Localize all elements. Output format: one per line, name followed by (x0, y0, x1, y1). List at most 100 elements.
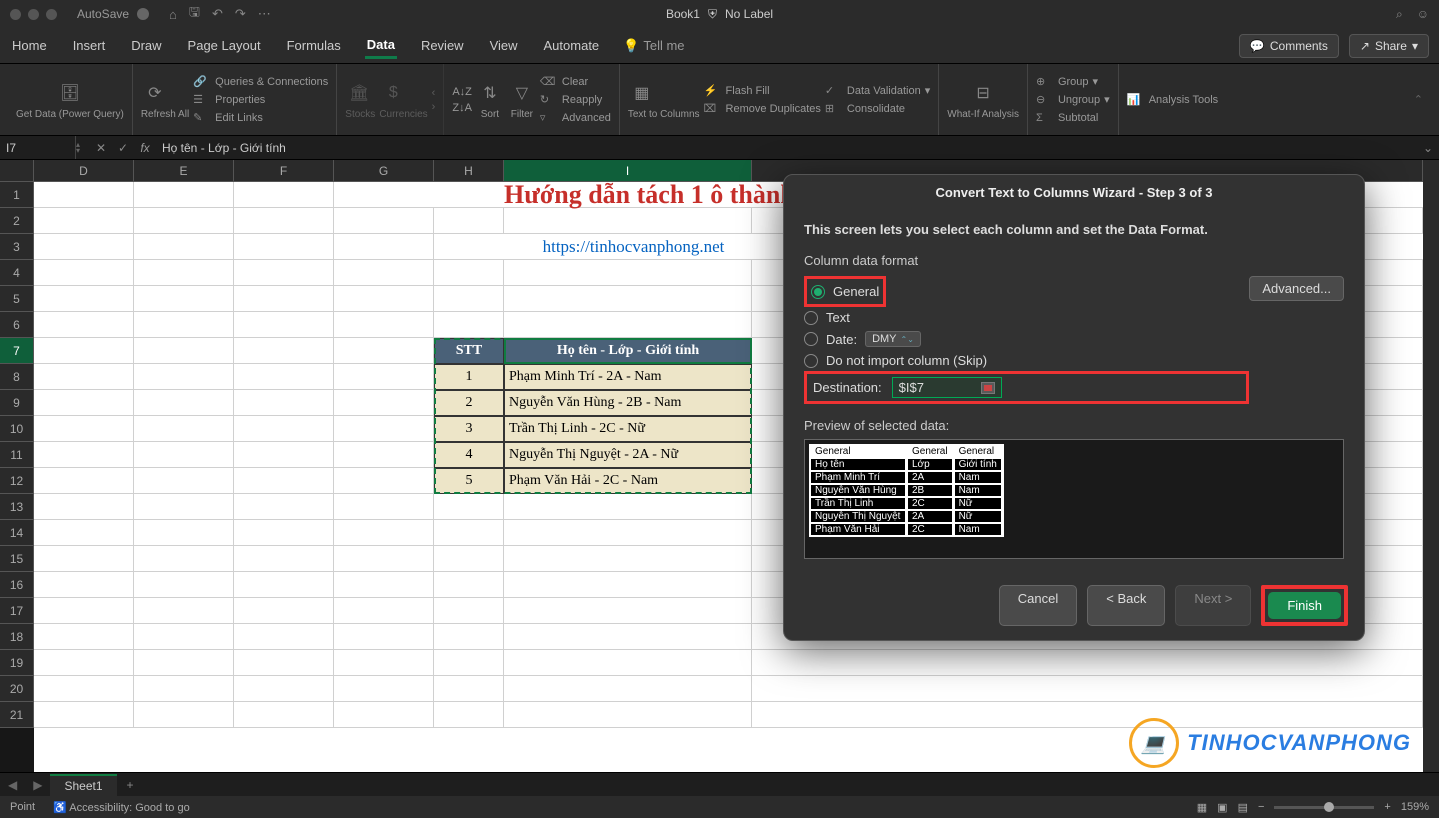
cell[interactable] (434, 494, 504, 520)
view-page-layout-icon[interactable]: ▣ (1217, 801, 1227, 814)
cell[interactable] (334, 572, 434, 598)
cell[interactable] (504, 624, 752, 650)
cell[interactable] (334, 624, 434, 650)
window-controls[interactable] (10, 9, 57, 20)
tab-home[interactable]: Home (10, 34, 49, 57)
cell[interactable] (234, 676, 334, 702)
radio-date[interactable]: Date: DMY (804, 328, 1249, 350)
row-header[interactable]: 21 (0, 702, 34, 728)
group-button[interactable]: ⊕Group ▾ (1036, 74, 1110, 90)
cell[interactable]: 2 (434, 390, 504, 416)
cell[interactable] (234, 546, 334, 572)
cell[interactable] (234, 650, 334, 676)
cell[interactable] (434, 260, 504, 286)
sort-az-button[interactable]: A↓Z (452, 85, 472, 99)
cell[interactable] (334, 260, 434, 286)
column-header[interactable]: E (134, 160, 234, 182)
fx-icon[interactable]: fx (134, 141, 156, 155)
cell[interactable] (504, 312, 752, 338)
radio-skip[interactable]: Do not import column (Skip) (804, 350, 1249, 371)
tab-view[interactable]: View (488, 34, 520, 57)
row-header[interactable]: 16 (0, 572, 34, 598)
cell[interactable] (34, 312, 134, 338)
cell[interactable] (134, 572, 234, 598)
sheet-nav-next-icon[interactable]: ▶ (25, 778, 50, 792)
cell[interactable] (504, 494, 752, 520)
tab-insert[interactable]: Insert (71, 34, 108, 57)
row-header[interactable]: 9 (0, 390, 34, 416)
undo-icon[interactable]: ↶ (212, 6, 223, 22)
name-box[interactable]: I7 (0, 136, 76, 159)
whatif-button[interactable]: ⊟What-If Analysis (939, 64, 1028, 135)
cell[interactable] (234, 520, 334, 546)
cell[interactable] (134, 208, 234, 234)
view-page-break-icon[interactable]: ▤ (1238, 801, 1248, 814)
row-header[interactable]: 15 (0, 546, 34, 572)
cell[interactable] (434, 208, 504, 234)
cell[interactable] (134, 312, 234, 338)
cell[interactable] (134, 494, 234, 520)
cell[interactable] (34, 286, 134, 312)
cell[interactable] (134, 182, 234, 208)
filter-button[interactable]: ▽Filter (508, 79, 536, 120)
cancel-button[interactable]: Cancel (999, 585, 1077, 626)
cell[interactable] (334, 208, 434, 234)
cell[interactable] (34, 390, 134, 416)
cell[interactable] (334, 676, 434, 702)
advanced-button[interactable]: Advanced... (1249, 276, 1344, 301)
preview-pane[interactable]: GeneralGeneralGeneralHọ tênLớpGiới tínhP… (804, 439, 1344, 559)
cell[interactable] (134, 546, 234, 572)
save-icon[interactable]: 🖫 (189, 3, 200, 25)
cell[interactable] (34, 208, 134, 234)
tab-review[interactable]: Review (419, 34, 466, 57)
cell[interactable] (234, 312, 334, 338)
reapply-button[interactable]: ↻Reapply (540, 92, 611, 108)
back-button[interactable]: < Back (1087, 585, 1165, 626)
radio-text[interactable]: Text (804, 307, 1249, 328)
collapse-ribbon-icon[interactable]: ⌃ (1406, 93, 1431, 106)
advanced-filter-button[interactable]: ▿Advanced (540, 110, 611, 126)
row-header[interactable]: 19 (0, 650, 34, 676)
cell[interactable] (134, 286, 234, 312)
namebox-dropdown-icon[interactable]: ▴▾ (76, 142, 90, 154)
cell[interactable] (134, 702, 234, 728)
cell[interactable]: 1 (434, 364, 504, 390)
cell[interactable] (134, 338, 234, 364)
row-header[interactable]: 18 (0, 624, 34, 650)
cell[interactable] (34, 416, 134, 442)
cell[interactable] (434, 520, 504, 546)
maximize-window-icon[interactable] (46, 9, 57, 20)
sheet-nav-prev-icon[interactable]: ◀ (0, 778, 25, 792)
cell[interactable] (134, 468, 234, 494)
cell[interactable] (434, 650, 504, 676)
consolidate-button[interactable]: ⊞Consolidate (825, 101, 930, 117)
row-header[interactable]: 6 (0, 312, 34, 338)
row-header[interactable]: 4 (0, 260, 34, 286)
cell[interactable] (234, 208, 334, 234)
cell[interactable] (234, 390, 334, 416)
cell[interactable] (504, 260, 752, 286)
minimize-window-icon[interactable] (28, 9, 39, 20)
cell[interactable] (234, 338, 334, 364)
cell[interactable] (334, 312, 434, 338)
tab-data[interactable]: Data (365, 33, 397, 59)
cell[interactable] (134, 260, 234, 286)
finish-button[interactable]: Finish (1268, 592, 1341, 619)
cell[interactable] (334, 702, 434, 728)
tell-me[interactable]: 💡Tell me (623, 38, 684, 54)
queries-connections-button[interactable]: 🔗Queries & Connections (193, 74, 328, 90)
enter-formula-icon[interactable]: ✓ (112, 141, 134, 155)
cell[interactable] (504, 702, 752, 728)
destination-input[interactable]: $I$7 (892, 377, 1002, 398)
range-picker-icon[interactable] (981, 382, 995, 394)
row-header[interactable]: 1 (0, 182, 34, 208)
cell[interactable]: https://tinhocvanphong.net (434, 234, 834, 260)
cell[interactable] (234, 416, 334, 442)
cell[interactable] (434, 286, 504, 312)
cell[interactable] (234, 624, 334, 650)
tab-page-layout[interactable]: Page Layout (186, 34, 263, 57)
cell[interactable] (234, 468, 334, 494)
properties-button[interactable]: ☰Properties (193, 92, 328, 108)
zoom-out-icon[interactable]: − (1258, 801, 1264, 813)
cell[interactable] (34, 650, 134, 676)
